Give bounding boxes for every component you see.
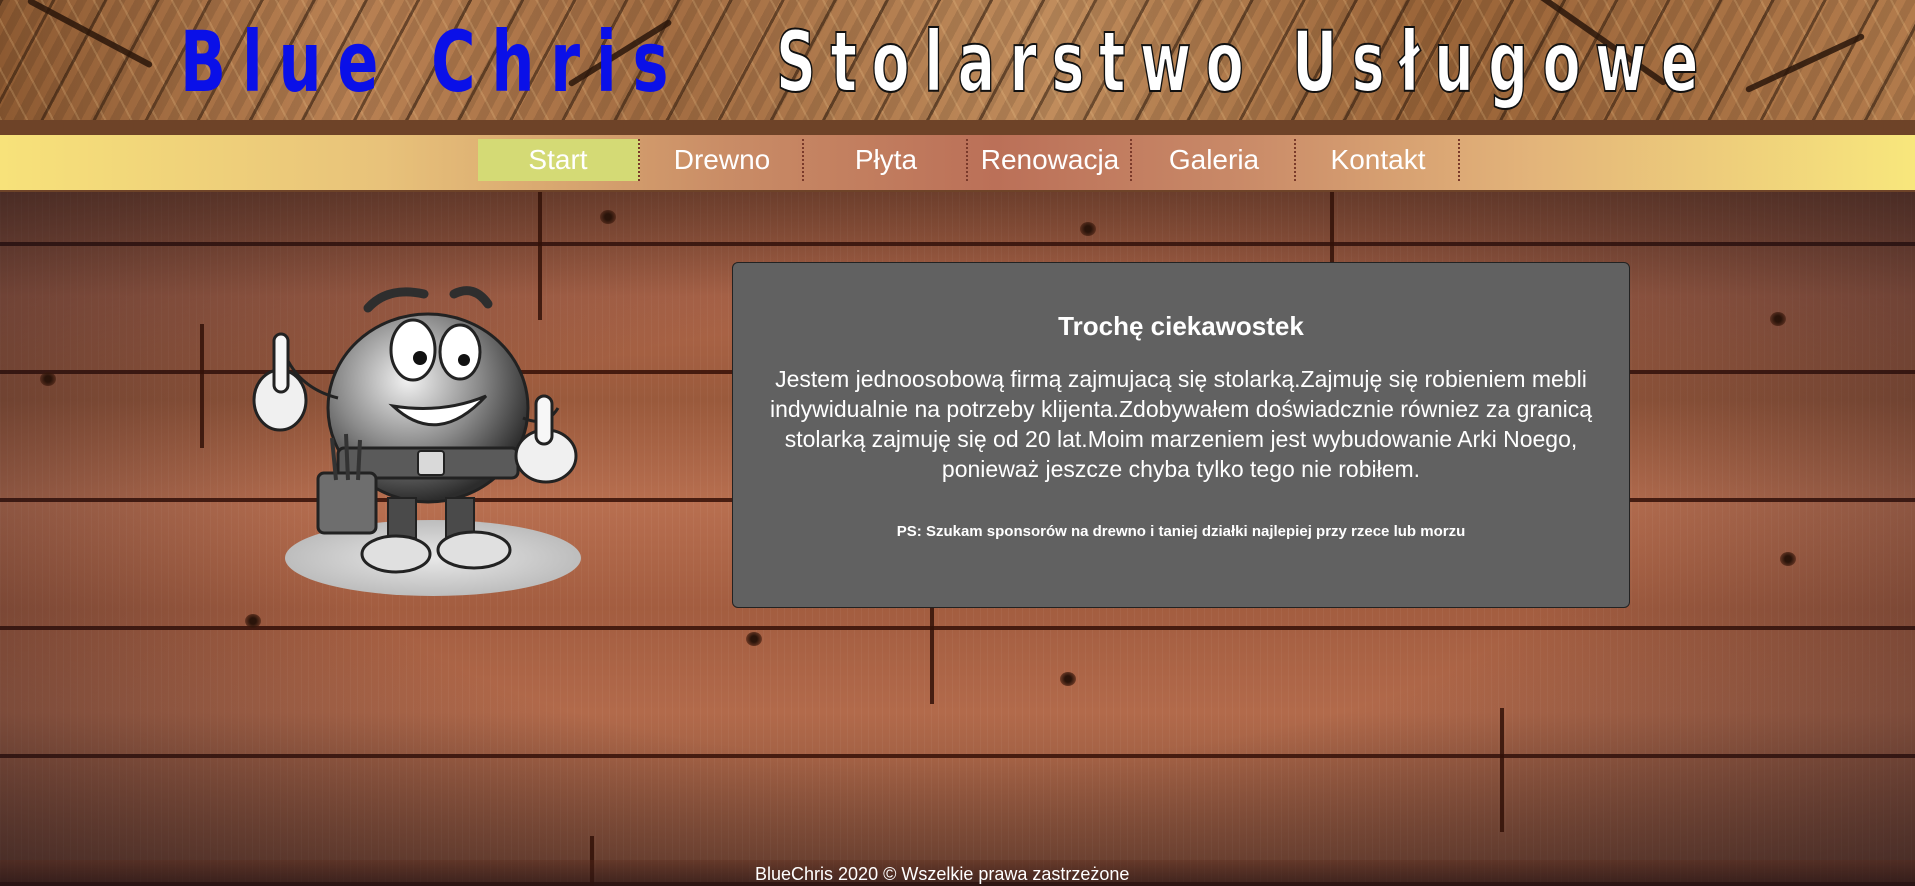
footer-copyright: BlueChris 2020 © Wszelkie prawa zastrzeż… — [755, 864, 1130, 884]
navigation-wrapper: Start Drewno Płyta Renowacja Galeria Kon… — [0, 120, 1915, 192]
main-navigation: Start Drewno Płyta Renowacja Galeria Kon… — [0, 135, 1915, 190]
nav-items: Start Drewno Płyta Renowacja Galeria Kon… — [478, 139, 1462, 181]
card-body-text: Jestem jednoosobową firmą zajmujacą się … — [769, 366, 1593, 482]
wood-knot — [1080, 222, 1096, 236]
nav-item-drewno[interactable]: Drewno — [642, 139, 804, 181]
site-header: Blue Chris Stolarstwo Usługowe — [0, 0, 1915, 120]
nav-item-renowacja[interactable]: Renowacja — [970, 139, 1132, 181]
nav-item-galeria[interactable]: Galeria — [1134, 139, 1296, 181]
card-postscript: PS: Szukam sponsorów na drewno i taniej … — [896, 523, 1466, 540]
nav-item-kontakt[interactable]: Kontakt — [1298, 139, 1460, 181]
wood-knot — [746, 632, 762, 646]
wood-crack — [1744, 32, 1866, 94]
wood-crack — [26, 0, 154, 69]
brand-tagline: Stolarstwo Usługowe — [775, 12, 1713, 112]
plank-seam — [200, 324, 204, 448]
wood-knot — [1060, 672, 1076, 686]
wood-knot — [245, 614, 261, 628]
nav-item-plyta[interactable]: Płyta — [806, 139, 968, 181]
nav-item-start[interactable]: Start — [478, 139, 640, 181]
plank-seam — [1500, 708, 1504, 832]
wood-knot — [40, 372, 56, 386]
info-card: Trochę ciekawostek Jestem jednoosobową f… — [732, 262, 1630, 608]
wood-knot — [1780, 552, 1796, 566]
wood-knot — [1770, 312, 1786, 326]
wood-knot — [600, 210, 616, 224]
carpenter-mascot-illustration — [252, 286, 581, 596]
brand-name[interactable]: Blue Chris — [180, 12, 684, 112]
card-title: Trochę ciekawostek — [1058, 311, 1304, 341]
